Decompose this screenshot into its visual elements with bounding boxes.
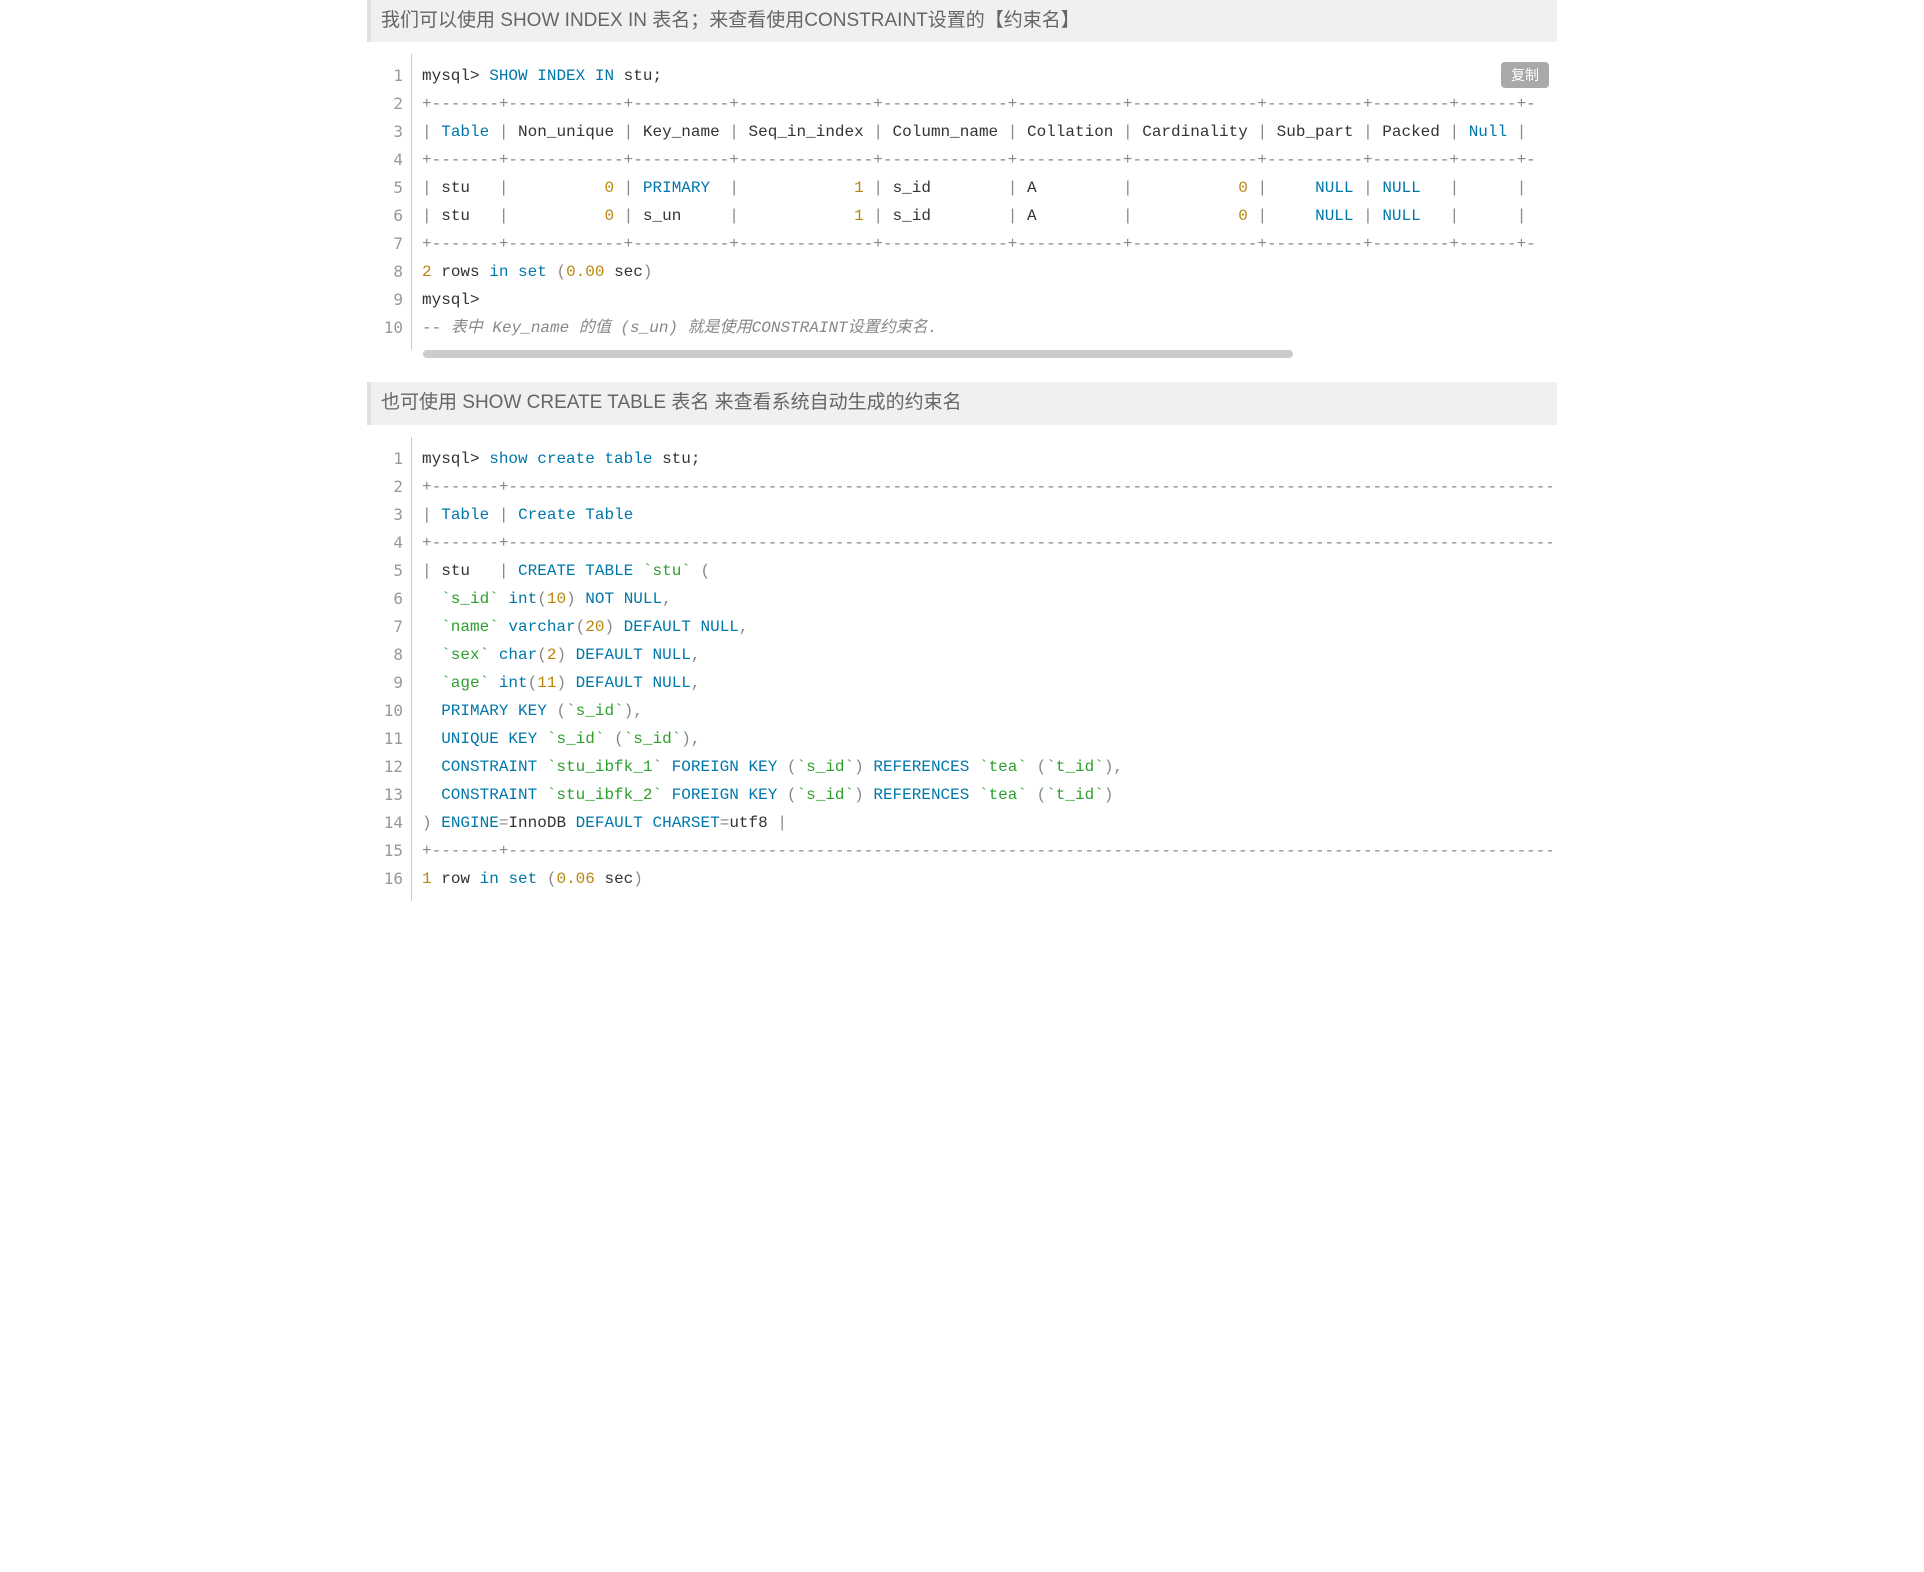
line-gutter-1: 12345678910	[367, 54, 411, 350]
code-block-1: 复制 12345678910mysql> SHOW INDEX IN stu; …	[367, 54, 1557, 358]
note-box-2: 也可使用 SHOW CREATE TABLE 表名 来查看系统自动生成的约束名	[367, 382, 1557, 424]
code-block-2: 12345678910111213141516mysql> show creat…	[367, 437, 1557, 901]
line-gutter-2: 12345678910111213141516	[367, 437, 411, 901]
note-text-2: 也可使用 SHOW CREATE TABLE 表名 来查看系统自动生成的约束名	[381, 392, 962, 413]
horizontal-scrollbar[interactable]	[423, 350, 1293, 358]
note-box-1: 我们可以使用 SHOW INDEX IN 表名；来查看使用CONSTRAINT设…	[367, 0, 1557, 42]
copy-button[interactable]: 复制	[1501, 62, 1549, 88]
note-text-1: 我们可以使用 SHOW INDEX IN 表名；来查看使用CONSTRAINT设…	[381, 10, 1080, 31]
code-pre-2[interactable]: mysql> show create table stu; +-------+-…	[412, 437, 1552, 901]
code-pre-1[interactable]: mysql> SHOW INDEX IN stu; +-------+-----…	[412, 54, 1552, 350]
